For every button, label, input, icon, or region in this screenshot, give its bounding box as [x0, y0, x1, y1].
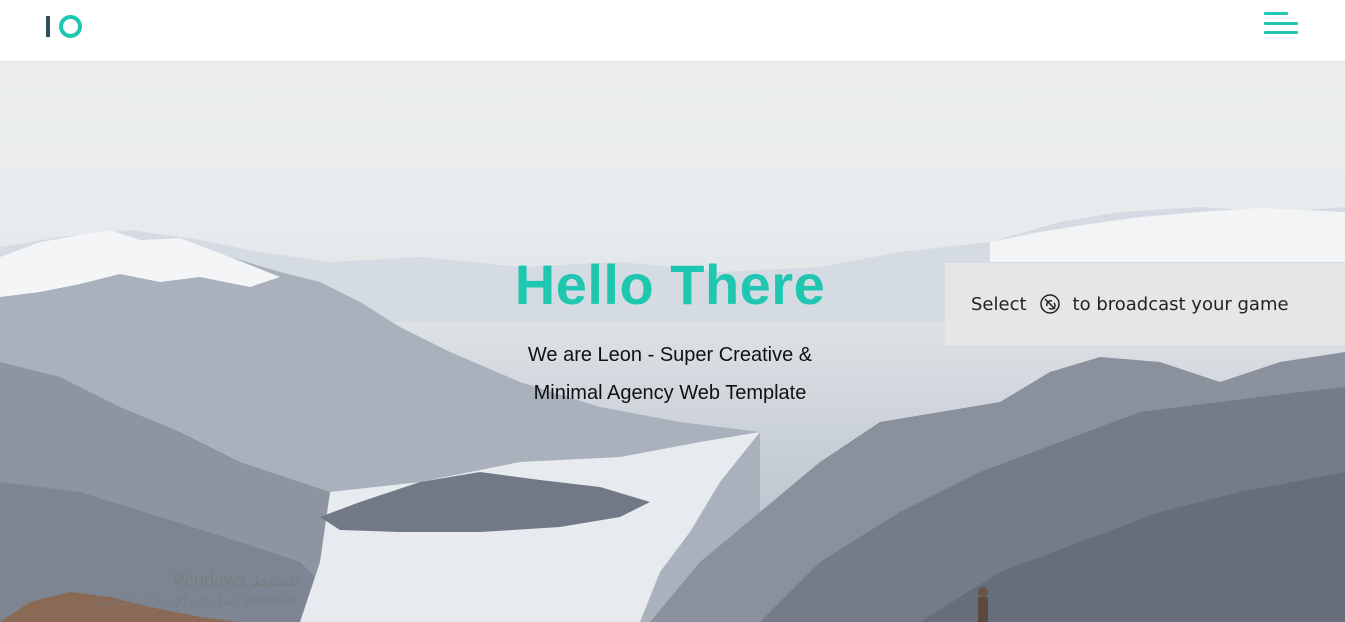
hero-subtitle-line-2: Minimal Agency Web Template — [533, 382, 807, 404]
site-header — [0, 0, 1345, 62]
cast-text-after: to broadcast your game — [1072, 293, 1289, 315]
hamburger-menu-icon[interactable] — [1262, 11, 1299, 37]
logo-bar — [46, 16, 50, 37]
windows-activation-watermark: Windows تنشيط انتقل إلى الإعدادات لتنشيط… — [60, 570, 300, 609]
cast-text-before: Select — [971, 293, 1027, 315]
watermark-line-1: Windows تنشيط — [172, 570, 300, 590]
cast-popup[interactable]: Select to broadcast your game — [945, 263, 1345, 345]
cast-icon[interactable] — [1039, 293, 1061, 315]
hero-subtitle-line-1: We are Leon - Super Creative & — [527, 344, 813, 366]
io-logo[interactable] — [44, 14, 84, 40]
logo-ring — [59, 15, 82, 38]
watermark-line-2: انتقل إلى الإعدادات لتنشيط Windows. — [92, 593, 300, 608]
